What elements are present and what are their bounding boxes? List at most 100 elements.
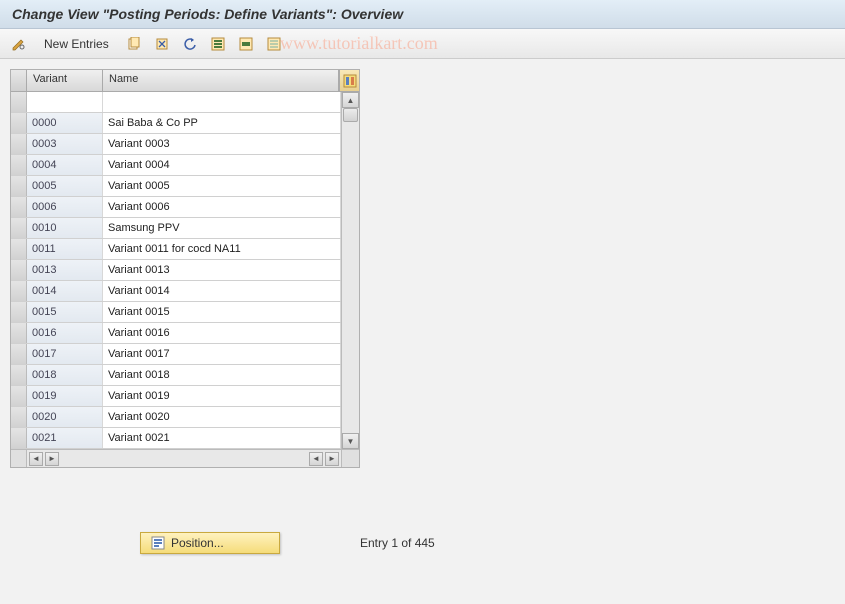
cell-name[interactable]: Sai Baba & Co PP bbox=[103, 113, 341, 133]
row-selector[interactable] bbox=[11, 92, 27, 112]
hscroll-right-button[interactable]: ► bbox=[45, 452, 59, 466]
scroll-up-button[interactable]: ▲ bbox=[342, 92, 359, 108]
cell-variant[interactable]: 0021 bbox=[27, 428, 103, 448]
row-selector[interactable] bbox=[11, 302, 27, 322]
position-icon bbox=[151, 536, 165, 550]
table-row: 0019Variant 0019 bbox=[11, 386, 341, 407]
watermark-text: www.tutorialkart.com bbox=[280, 33, 438, 54]
row-selector[interactable] bbox=[11, 281, 27, 301]
deselect-all-button[interactable] bbox=[263, 33, 285, 55]
position-button-label: Position... bbox=[171, 536, 224, 550]
cell-name[interactable]: Variant 0003 bbox=[103, 134, 341, 154]
cell-name[interactable]: Variant 0014 bbox=[103, 281, 341, 301]
hscroll-left-button[interactable]: ◄ bbox=[29, 452, 43, 466]
copy-icon bbox=[127, 37, 141, 51]
cell-name[interactable]: Variant 0018 bbox=[103, 365, 341, 385]
deselect-all-icon bbox=[267, 37, 281, 51]
cell-name[interactable]: Variant 0019 bbox=[103, 386, 341, 406]
cell-name[interactable]: Samsung PPV bbox=[103, 218, 341, 238]
content-area: Variant Name 0000Sai Baba & Co PP0003Var… bbox=[0, 59, 845, 603]
cell-variant[interactable]: 0004 bbox=[27, 155, 103, 175]
row-selector[interactable] bbox=[11, 218, 27, 238]
select-all-icon bbox=[211, 37, 225, 51]
delete-icon bbox=[155, 37, 169, 51]
cell-variant[interactable]: 0006 bbox=[27, 197, 103, 217]
table-row: 0015Variant 0015 bbox=[11, 302, 341, 323]
row-selector[interactable] bbox=[11, 197, 27, 217]
cell-name[interactable] bbox=[103, 92, 341, 112]
cell-name[interactable]: Variant 0013 bbox=[103, 260, 341, 280]
cell-variant[interactable]: 0010 bbox=[27, 218, 103, 238]
row-selector[interactable] bbox=[11, 323, 27, 343]
row-selector-header[interactable] bbox=[11, 70, 27, 91]
table-body: 0000Sai Baba & Co PP0003Variant 00030004… bbox=[11, 92, 359, 449]
footer-bar: Position... Entry 1 of 445 bbox=[0, 532, 845, 554]
cell-name[interactable]: Variant 0004 bbox=[103, 155, 341, 175]
entry-status: Entry 1 of 445 bbox=[360, 536, 435, 550]
cell-variant[interactable]: 0019 bbox=[27, 386, 103, 406]
position-button[interactable]: Position... bbox=[140, 532, 280, 554]
cell-name[interactable]: Variant 0016 bbox=[103, 323, 341, 343]
table-row: 0017Variant 0017 bbox=[11, 344, 341, 365]
row-selector[interactable] bbox=[11, 428, 27, 448]
pencil-glasses-icon bbox=[11, 36, 27, 52]
scroll-down-button[interactable]: ▼ bbox=[342, 433, 359, 449]
cell-variant[interactable]: 0017 bbox=[27, 344, 103, 364]
scroll-track[interactable] bbox=[342, 108, 359, 433]
copy-as-button[interactable] bbox=[123, 33, 145, 55]
horizontal-scrollbar: ◄ ► ◄ ► bbox=[11, 449, 359, 467]
hscroll-right-button-2[interactable]: ► bbox=[325, 452, 339, 466]
row-selector[interactable] bbox=[11, 344, 27, 364]
row-selector[interactable] bbox=[11, 386, 27, 406]
toolbar: New Entries www.tutorialkart.com bbox=[0, 29, 845, 59]
row-selector[interactable] bbox=[11, 176, 27, 196]
table-row: 0020Variant 0020 bbox=[11, 407, 341, 428]
column-header-variant[interactable]: Variant bbox=[27, 70, 103, 91]
scroll-thumb[interactable] bbox=[343, 108, 358, 122]
page-title: Change View "Posting Periods: Define Var… bbox=[0, 0, 845, 29]
row-selector[interactable] bbox=[11, 239, 27, 259]
select-block-button[interactable] bbox=[235, 33, 257, 55]
table-row: 0005Variant 0005 bbox=[11, 176, 341, 197]
table-settings-button[interactable] bbox=[339, 70, 359, 91]
cell-variant[interactable]: 0013 bbox=[27, 260, 103, 280]
cell-name[interactable]: Variant 0006 bbox=[103, 197, 341, 217]
cell-variant[interactable]: 0016 bbox=[27, 323, 103, 343]
row-selector[interactable] bbox=[11, 407, 27, 427]
cell-variant[interactable]: 0018 bbox=[27, 365, 103, 385]
cell-variant[interactable]: 0014 bbox=[27, 281, 103, 301]
table-header: Variant Name bbox=[11, 70, 359, 92]
hscroll-left-button-2[interactable]: ◄ bbox=[309, 452, 323, 466]
cell-variant[interactable]: 0011 bbox=[27, 239, 103, 259]
variants-table: Variant Name 0000Sai Baba & Co PP0003Var… bbox=[10, 69, 360, 468]
select-block-icon bbox=[239, 37, 253, 51]
cell-name[interactable]: Variant 0021 bbox=[103, 428, 341, 448]
row-selector[interactable] bbox=[11, 260, 27, 280]
cell-name[interactable]: Variant 0020 bbox=[103, 407, 341, 427]
row-selector[interactable] bbox=[11, 365, 27, 385]
cell-variant[interactable]: 0020 bbox=[27, 407, 103, 427]
column-header-name[interactable]: Name bbox=[103, 70, 339, 91]
select-all-button[interactable] bbox=[207, 33, 229, 55]
cell-variant[interactable]: 0005 bbox=[27, 176, 103, 196]
toggle-display-change-button[interactable] bbox=[8, 33, 30, 55]
cell-variant[interactable]: 0000 bbox=[27, 113, 103, 133]
cell-name[interactable]: Variant 0017 bbox=[103, 344, 341, 364]
cell-name[interactable]: Variant 0005 bbox=[103, 176, 341, 196]
cell-variant[interactable]: 0003 bbox=[27, 134, 103, 154]
row-selector[interactable] bbox=[11, 155, 27, 175]
table-row: 0016Variant 0016 bbox=[11, 323, 341, 344]
cell-variant[interactable] bbox=[27, 92, 103, 112]
table-row: 0011Variant 0011 for cocd NA11 bbox=[11, 239, 341, 260]
row-selector[interactable] bbox=[11, 134, 27, 154]
cell-name[interactable]: Variant 0011 for cocd NA11 bbox=[103, 239, 341, 259]
cell-name[interactable]: Variant 0015 bbox=[103, 302, 341, 322]
cell-variant[interactable]: 0015 bbox=[27, 302, 103, 322]
undo-button[interactable] bbox=[179, 33, 201, 55]
table-settings-icon bbox=[343, 74, 357, 88]
table-row bbox=[11, 92, 341, 113]
vertical-scrollbar[interactable]: ▲ ▼ bbox=[341, 92, 359, 449]
row-selector[interactable] bbox=[11, 113, 27, 133]
new-entries-button[interactable]: New Entries bbox=[36, 35, 117, 53]
delete-button[interactable] bbox=[151, 33, 173, 55]
